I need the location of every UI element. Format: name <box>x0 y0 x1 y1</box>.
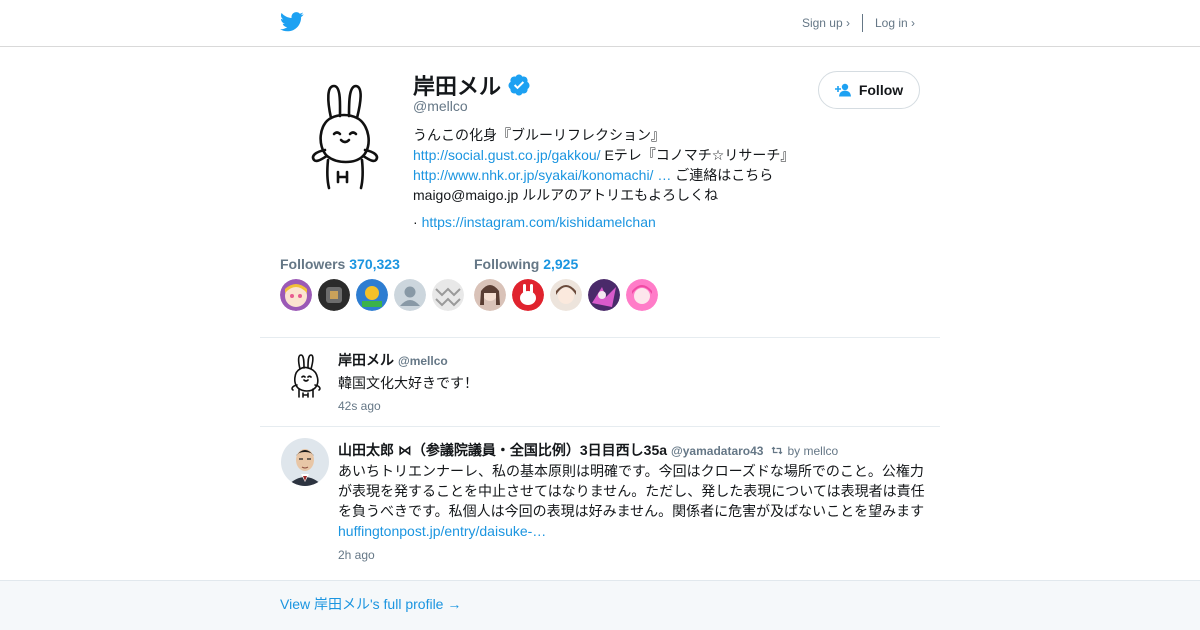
followers-label: Followers <box>280 256 346 272</box>
top-bar: Sign up › Log in › <box>0 0 1200 47</box>
bio-text: maigo@maigo.jp ルルアのアトリエもよろしくね <box>413 187 719 203</box>
login-link[interactable]: Log in › <box>875 16 915 30</box>
tweet-text-line: あいちトリエンナーレ、私の基本原則は明確です。今回はクローズドな場所でのこと。公… <box>338 463 924 479</box>
follower-avatar[interactable] <box>394 279 426 311</box>
tweet-timestamp[interactable]: 2h ago <box>338 548 375 562</box>
bio-line: maigo@maigo.jp ルルアのアトリエもよろしくね <box>413 185 833 205</box>
tweet-text: 韓国文化大好きです！ <box>338 373 930 393</box>
retweeted-by[interactable]: by mellco <box>787 444 838 458</box>
following-count: 2,925 <box>543 256 579 272</box>
verified-badge-icon <box>508 74 530 96</box>
tweet-text-line: を負うべきです。私個人は今回の表現は好みません。関係者に危害が及ばないことを望み… <box>338 503 925 519</box>
website-link[interactable]: https://instagram.com/kishidamelchan <box>422 214 656 230</box>
following-stat[interactable]: Following 2,925 <box>474 256 578 272</box>
retweet-icon <box>772 446 783 455</box>
follower-avatar[interactable] <box>280 279 312 311</box>
followers-stat[interactable]: Followers 370,323 <box>280 256 400 272</box>
profile-name-row: 岸田メル <box>413 69 531 101</box>
divider <box>260 426 940 427</box>
following-avatar[interactable] <box>550 279 582 311</box>
bio-line: http://www.nhk.or.jp/syakai/konomachi/ …… <box>413 165 833 185</box>
following-label: Following <box>474 256 540 272</box>
follower-avatar[interactable] <box>318 279 350 311</box>
follow-button[interactable]: Follow <box>818 71 920 109</box>
profile-name[interactable]: 岸田メル <box>413 69 501 101</box>
profile-handle: @mellco <box>413 98 468 114</box>
profile-avatar[interactable] <box>297 80 393 194</box>
website-prefix: · <box>413 214 422 230</box>
signup-link[interactable]: Sign up › <box>802 16 850 30</box>
retweet-indicator: by mellco <box>771 444 838 458</box>
follower-avatar[interactable] <box>356 279 388 311</box>
top-nav: Sign up › Log in › <box>802 14 915 32</box>
bio-text: Eテレ『コノマチ☆リサーチ』 <box>600 147 795 163</box>
tweet-avatar[interactable] <box>281 438 329 486</box>
divider <box>260 337 940 338</box>
tweet-timestamp[interactable]: 42s ago <box>338 399 381 413</box>
profile-bio: うんこの化身『ブルーリフレクション』 http://social.gust.co… <box>413 125 833 205</box>
bio-link[interactable]: http://social.gust.co.jp/gakkou/ <box>413 147 601 163</box>
tweet-text-line: が表現を発することを中止させてはなりません。ただし、発した表現については表現者は… <box>338 483 925 499</box>
tweet-avatar[interactable] <box>282 351 330 399</box>
view-full-profile-link[interactable]: View 岸田メル's full profile → <box>280 594 461 614</box>
follow-label: Follow <box>858 82 904 98</box>
follower-avatar[interactable] <box>432 279 464 311</box>
tweet-link[interactable]: huffingtonpost.jp/entry/daisuke-… <box>338 521 930 541</box>
tweet-header: 岸田メル @mellco <box>338 350 448 370</box>
following-avatar[interactable] <box>512 279 544 311</box>
following-avatars <box>474 279 664 311</box>
add-user-icon <box>834 83 851 97</box>
following-avatar[interactable] <box>474 279 506 311</box>
following-avatar[interactable] <box>626 279 658 311</box>
bio-link[interactable]: http://www.nhk.or.jp/syakai/konomachi/ … <box>413 167 671 183</box>
twitter-bird-icon[interactable] <box>280 11 304 33</box>
following-avatar[interactable] <box>588 279 620 311</box>
profile-website: · https://instagram.com/kishidamelchan <box>413 214 656 230</box>
bio-text: うんこの化身『ブルーリフレクション』 <box>413 127 665 143</box>
tweet-author-handle[interactable]: @mellco <box>398 354 448 368</box>
tweet-author-name[interactable]: 岸田メル <box>338 350 394 370</box>
tweet-text-line: 韓国文化大好きです！ <box>338 375 478 391</box>
bio-line: http://social.gust.co.jp/gakkou/ Eテレ『コノマ… <box>413 145 833 165</box>
bio-line: うんこの化身『ブルーリフレクション』 <box>413 125 833 145</box>
tweet-text: あいちトリエンナーレ、私の基本原則は明確です。今回はクローズドな場所でのこと。公… <box>338 461 930 541</box>
tweet-author-handle[interactable]: @yamadataro43 <box>671 444 763 458</box>
nav-separator <box>861 14 863 32</box>
tweet-header: 山田太郎 ⋈（参議院議員・全国比例）3日目西し35a @yamadataro43… <box>338 440 838 460</box>
followers-avatars <box>280 279 470 311</box>
footer-bar: View 岸田メル's full profile → <box>0 580 1200 630</box>
followers-count: 370,323 <box>349 256 400 272</box>
bio-text: ご連絡はこちら <box>671 167 774 183</box>
tweet-author-name[interactable]: 山田太郎 ⋈（参議院議員・全国比例）3日目西し35a <box>338 440 667 460</box>
